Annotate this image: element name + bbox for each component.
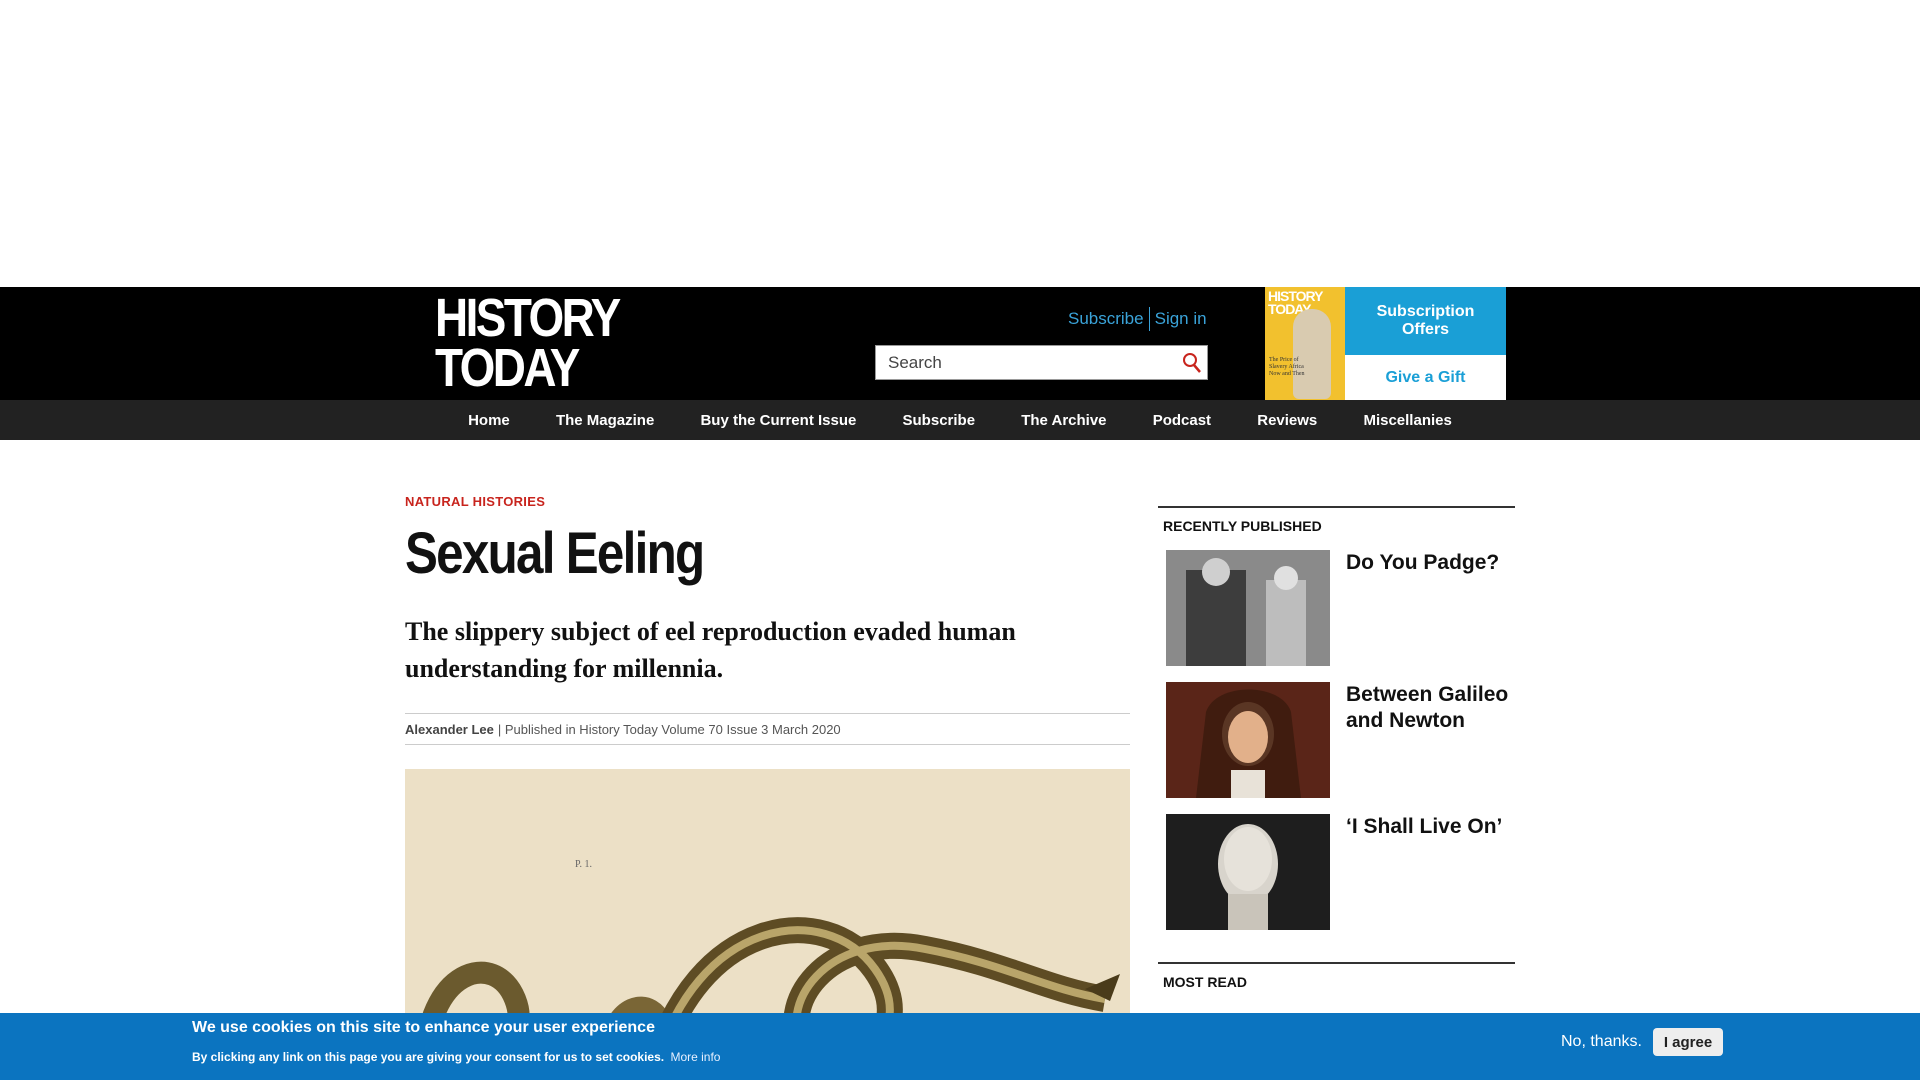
cover-figure (1293, 309, 1331, 399)
article-link-title[interactable]: ‘I Shall Live On’ (1346, 814, 1502, 930)
byline: Alexander Lee | Published in History Tod… (405, 713, 1130, 745)
signin-link[interactable]: Sign in (1155, 309, 1207, 329)
no-thanks-button[interactable]: No, thanks. (1561, 1033, 1642, 1051)
search-input[interactable] (876, 352, 1177, 373)
article: NATURAL HISTORIES Sexual Eeling The slip… (405, 494, 1130, 1069)
give-a-gift-button[interactable]: Give a Gift (1345, 355, 1506, 400)
nav-item-buy-current-issue[interactable]: Buy the Current Issue (700, 412, 856, 429)
cookie-consent-text: By clicking any link on this page you ar… (192, 1050, 665, 1064)
main-nav: Home The Magazine Buy the Current Issue … (0, 400, 1920, 440)
cover-text: The Price of Slavery Africa Now and Then (1269, 357, 1305, 377)
ad-space (0, 0, 1920, 287)
publication-info: | Published in History Today Volume 70 I… (497, 721, 841, 737)
more-info-link[interactable]: More info (670, 1050, 720, 1064)
nav-item-the-archive[interactable]: The Archive (1021, 412, 1106, 429)
nav-item-home[interactable]: Home (468, 412, 510, 429)
nav-item-reviews[interactable]: Reviews (1257, 412, 1317, 429)
sidebar: RECENTLY PUBLISHED Do You Padge? Between… (1158, 494, 1515, 1069)
masthead: HISTORY TODAY Subscribe Sign in HISTORY … (0, 287, 1920, 400)
article-category[interactable]: NATURAL HISTORIES (405, 494, 1130, 509)
subscription-promo: HISTORY TODAY The Price of Slavery Afric… (1265, 287, 1506, 400)
article-title: Sexual Eeling (405, 521, 705, 586)
nav-item-podcast[interactable]: Podcast (1153, 412, 1211, 429)
list-item[interactable]: Do You Padge? (1158, 550, 1515, 666)
recently-published-heading: RECENTLY PUBLISHED (1158, 506, 1515, 534)
most-read-heading: MOST READ (1158, 962, 1515, 990)
article-thumbnail[interactable] (1166, 682, 1330, 798)
cookie-banner: We use cookies on this site to enhance y… (0, 1013, 1920, 1080)
magazine-cover-image[interactable]: HISTORY TODAY The Price of Slavery Afric… (1265, 287, 1345, 400)
list-item[interactable]: Between Galileo and Newton (1158, 682, 1515, 798)
article-standfirst: The slippery subject of eel reproduction… (405, 617, 1016, 683)
author-name[interactable]: Alexander Lee (405, 722, 494, 737)
subscribe-link[interactable]: Subscribe (1068, 309, 1144, 329)
article-thumbnail[interactable] (1166, 550, 1330, 666)
search-icon[interactable] (1177, 348, 1207, 378)
article-thumbnail[interactable] (1166, 814, 1330, 930)
nav-item-miscellanies[interactable]: Miscellanies (1363, 412, 1451, 429)
auth-links: Subscribe Sign in (1068, 307, 1207, 331)
article-link-title[interactable]: Do You Padge? (1346, 550, 1499, 666)
list-item[interactable]: ‘I Shall Live On’ (1158, 814, 1515, 930)
subscription-offers-button[interactable]: Subscription Offers (1345, 287, 1506, 355)
logo-line-1: HISTORY (435, 288, 621, 348)
nav-item-subscribe[interactable]: Subscribe (903, 412, 976, 429)
agree-button[interactable]: I agree (1653, 1028, 1723, 1056)
site-logo[interactable]: HISTORY TODAY (435, 288, 621, 398)
search-box (875, 345, 1208, 380)
article-link-title[interactable]: Between Galileo and Newton (1346, 682, 1515, 798)
plate-mark: P. 1. (575, 859, 592, 870)
cookie-text: By clicking any link on this page you ar… (192, 1050, 720, 1064)
main-content: NATURAL HISTORIES Sexual Eeling The slip… (405, 440, 1515, 1069)
nav-item-the-magazine[interactable]: The Magazine (556, 412, 654, 429)
logo-line-2: TODAY (435, 338, 580, 398)
cookie-title: We use cookies on this site to enhance y… (192, 1019, 655, 1036)
divider (1148, 307, 1150, 331)
